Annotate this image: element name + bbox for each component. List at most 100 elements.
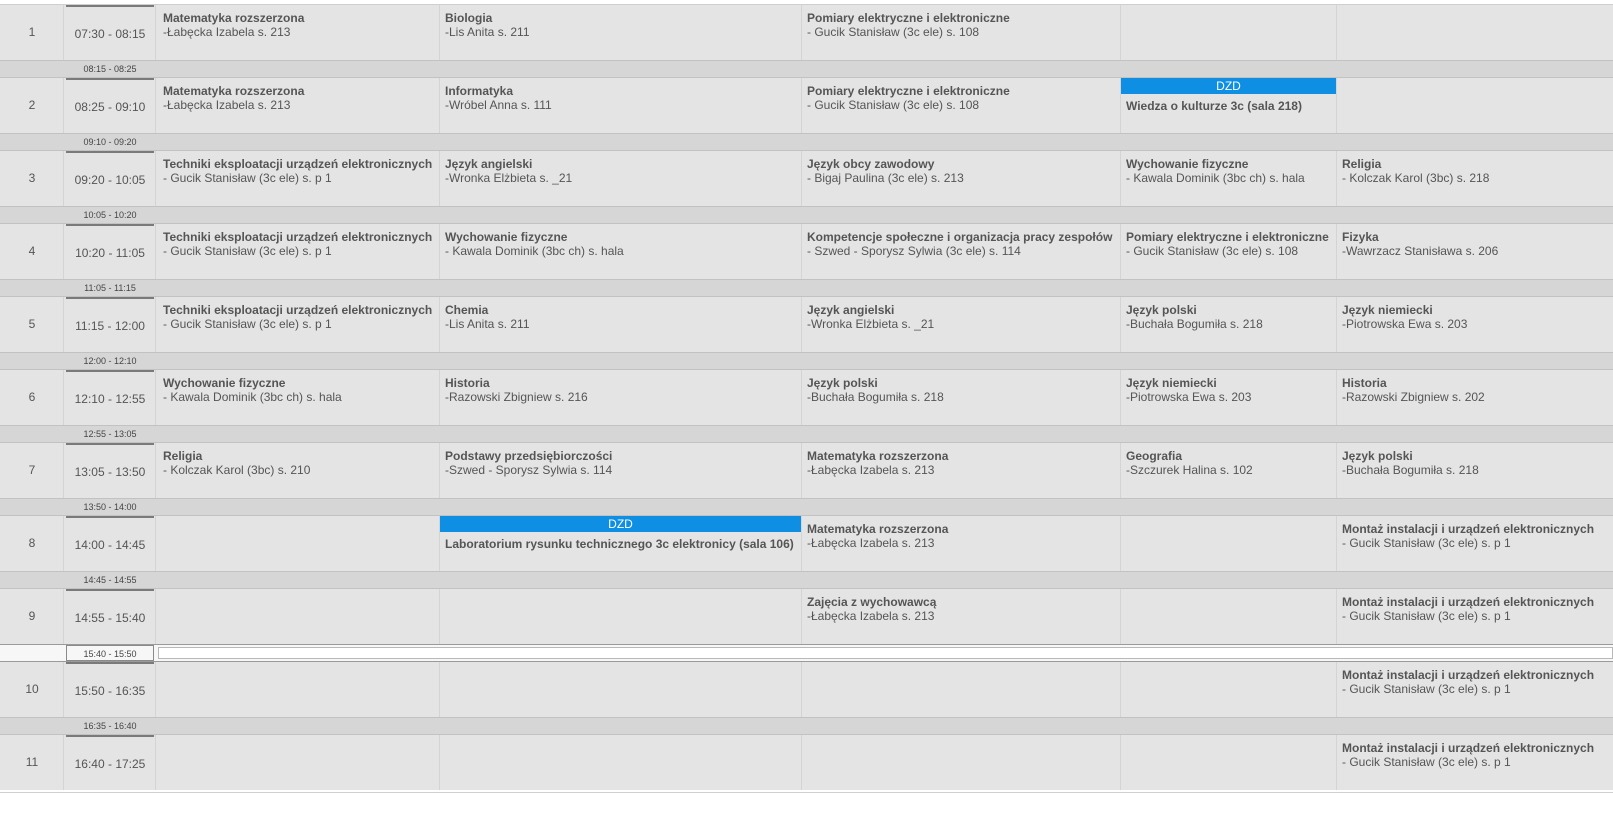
lesson-teacher-room: -Razowski Zbigniew s. 216	[445, 390, 588, 404]
lesson-cell[interactable]: Język polski -Buchała Bogumiła s. 218	[1337, 443, 1613, 498]
lesson-teacher-room: -Wawrzacz Stanisława s. 206	[1342, 244, 1499, 258]
period-row: 6 12:10 - 12:55 Wychowanie fizyczne - Kawal…	[0, 370, 1613, 425]
lesson-cell[interactable]: Montaż instalacji i urządzeń elektronicz…	[1337, 589, 1613, 644]
period-row: 1 07:30 - 08:15 Matematyka rozszerzona -Łab…	[0, 5, 1613, 60]
lesson-subject: Matematyka rozszerzona	[807, 522, 949, 536]
break-row: 12:00 - 12:10	[0, 352, 1613, 370]
column-divider	[63, 662, 64, 717]
lesson-subject: Język obcy zawodowy	[807, 157, 935, 171]
column-divider	[155, 370, 156, 425]
lesson-subject: Montaż instalacji i urządzeń elektronicz…	[1342, 522, 1595, 536]
lesson-subject: Język polski	[1342, 449, 1413, 463]
lesson-cell[interactable]: Techniki eksploatacji urządzeń elektroni…	[158, 224, 440, 279]
lesson-cell	[802, 662, 1121, 717]
lesson-cell[interactable]: Chemia -Lis Anita s. 211	[440, 297, 802, 352]
lesson-teacher-room: - Gucik Stanisław (3c ele) s. p 1	[163, 244, 332, 258]
lesson-cell	[440, 662, 802, 717]
lesson-cell[interactable]: Historia -Razowski Zbigniew s. 216	[440, 370, 802, 425]
lesson-cell[interactable]: Informatyka -Wróbel Anna s. 111	[440, 78, 802, 133]
lesson-cell[interactable]: Pomiary elektryczne i elektroniczne - Guc…	[802, 5, 1121, 60]
period-row: 9 14:55 - 15:40 Zajęcia z wychowawcą -Łabęc…	[0, 589, 1613, 644]
column-divider	[63, 151, 64, 206]
lesson-cell[interactable]: Matematyka rozszerzona -Łabęcka Izabela s…	[158, 78, 440, 133]
lesson-cell[interactable]: Techniki eksploatacji urządzeń elektroni…	[158, 297, 440, 352]
lesson-teacher-room: -Łabęcka Izabela s. 213	[807, 536, 935, 550]
lesson-teacher-room: - Kawala Dominik (3bc ch) s. hala	[445, 244, 624, 258]
lesson-cell[interactable]: Wychowanie fizyczne - Kawala Dominik (3bc…	[158, 370, 440, 425]
lesson-cell[interactable]: Język obcy zawodowy - Bigaj Paulina (3c e…	[802, 151, 1121, 206]
break-time: 13:50 - 14:00	[83, 502, 137, 512]
lesson-teacher-room: - Gucik Stanisław (3c ele) s. 108	[807, 98, 980, 112]
lesson-cell	[1337, 5, 1613, 60]
period-row: 7 13:05 - 13:50 Religia - Kolczak Karol (3b…	[0, 443, 1613, 498]
lesson-subject: Zajęcia z wychowawcą	[807, 595, 937, 609]
lesson-subject: Pomiary elektryczne i elektroniczne	[807, 84, 1010, 98]
column-divider	[155, 589, 156, 644]
lesson-cell[interactable]: Matematyka rozszerzona -Łabęcka Izabela s…	[158, 5, 440, 60]
lesson-cell	[158, 735, 440, 790]
lesson-cell[interactable]: Biologia -Lis Anita s. 211	[440, 5, 802, 60]
lesson-teacher-room: -Piotrowska Ewa s. 203	[1126, 390, 1252, 404]
dzd-badge: DZD	[440, 516, 801, 532]
period-time: 08:25 - 09:10	[66, 78, 154, 133]
lesson-cell	[158, 662, 440, 717]
lesson-subject: Biologia	[445, 11, 493, 25]
break-row: 11:05 - 11:15	[0, 279, 1613, 297]
lesson-cell[interactable]: Matematyka rozszerzona -Łabęcka Izabela s…	[802, 516, 1121, 571]
lesson-subject: Język niemiecki	[1126, 376, 1217, 390]
period-number: 11	[25, 755, 39, 769]
lesson-cell[interactable]: Język angielski -Wronka Elżbieta s. _21	[440, 151, 802, 206]
lesson-cell[interactable]: Język polski -Buchała Bogumiła s. 218	[802, 370, 1121, 425]
lesson-subject: Wychowanie fizyczne	[445, 230, 568, 244]
column-divider	[155, 735, 156, 790]
lesson-cell[interactable]: Język niemiecki -Piotrowska Ewa s. 203	[1121, 370, 1337, 425]
event-cell[interactable]: DZD Wiedza o kulturze 3c (sala 218)	[1121, 78, 1337, 133]
period-number: 8	[28, 536, 36, 550]
lesson-cell	[802, 735, 1121, 790]
lesson-subject: Techniki eksploatacji urządzeń elektroni…	[163, 303, 433, 317]
lesson-cell[interactable]: Montaż instalacji i urządzeń elektronicz…	[1337, 735, 1613, 790]
lesson-cell[interactable]: Historia -Razowski Zbigniew s. 202	[1337, 370, 1613, 425]
event-cell[interactable]: DZD Laboratorium rysunku technicznego 3c …	[440, 516, 802, 571]
lesson-subject: Język polski	[1126, 303, 1197, 317]
break-time: 15:40 - 15:50	[66, 645, 154, 661]
lesson-teacher-room: - Kawala Dominik (3bc ch) s. hala	[163, 390, 342, 404]
event-title: Laboratorium rysunku technicznego 3c ele…	[445, 537, 794, 551]
lesson-cell	[1121, 5, 1337, 60]
break-time: 16:35 - 16:40	[83, 721, 137, 731]
period-number: 7	[28, 463, 36, 477]
column-divider	[63, 516, 64, 571]
lesson-cell[interactable]: Techniki eksploatacji urządzeń elektroni…	[158, 151, 440, 206]
lesson-cell[interactable]: Fizyka -Wawrzacz Stanisława s. 206	[1337, 224, 1613, 279]
lesson-cell[interactable]: Geografia -Szczurek Halina s. 102	[1121, 443, 1337, 498]
lesson-subject: Techniki eksploatacji urządzeń elektroni…	[163, 157, 433, 171]
lesson-cell[interactable]: Pomiary elektryczne i elektroniczne - Guc…	[802, 78, 1121, 133]
period-number: 5	[28, 317, 36, 331]
lesson-cell[interactable]: Wychowanie fizyczne - Kawala Dominik (3bc…	[1121, 151, 1337, 206]
lesson-cell[interactable]: Pomiary elektryczne i elektroniczne - Guc…	[1121, 224, 1337, 279]
lesson-subject: Chemia	[445, 303, 489, 317]
lesson-cell[interactable]: Kompetencje społeczne i organizacja prac…	[802, 224, 1121, 279]
lesson-cell[interactable]: Montaż instalacji i urządzeń elektronicz…	[1337, 662, 1613, 717]
lesson-cell[interactable]: Religia - Kolczak Karol (3bc) s. 218	[1337, 151, 1613, 206]
period-row: 10 15:50 - 16:35 Montaż instalacji i urząd…	[0, 662, 1613, 717]
lesson-cell[interactable]: Montaż instalacji i urządzeń elektronicz…	[1337, 516, 1613, 571]
period-row: 3 09:20 - 10:05 Techniki eksploatacji urzą…	[0, 151, 1613, 206]
lesson-cell[interactable]: Podstawy przedsiębiorczości -Szwed - Spor…	[440, 443, 802, 498]
lesson-subject: Religia	[1342, 157, 1382, 171]
lesson-cell[interactable]: Matematyka rozszerzona -Łabęcka Izabela s…	[802, 443, 1121, 498]
lesson-cell[interactable]: Język angielski -Wronka Elżbieta s. _21	[802, 297, 1121, 352]
lesson-cell[interactable]: Język niemiecki -Piotrowska Ewa s. 203	[1337, 297, 1613, 352]
lesson-teacher-room: -Lis Anita s. 211	[445, 25, 530, 39]
lesson-cell[interactable]: Język polski -Buchała Bogumiła s. 218	[1121, 297, 1337, 352]
lesson-cell[interactable]: Zajęcia z wychowawcą -Łabęcka Izabela s. …	[802, 589, 1121, 644]
lesson-cell	[1121, 589, 1337, 644]
column-divider	[63, 370, 64, 425]
period-time: 14:00 - 14:45	[66, 516, 154, 571]
period-number: 3	[28, 171, 36, 185]
lesson-subject: Fizyka	[1342, 230, 1379, 244]
break-row: 10:05 - 10:20	[0, 206, 1613, 224]
lesson-cell[interactable]: Wychowanie fizyczne - Kawala Dominik (3bc…	[440, 224, 802, 279]
break-time: 12:00 - 12:10	[83, 356, 137, 366]
lesson-cell[interactable]: Religia - Kolczak Karol (3bc) s. 210	[158, 443, 440, 498]
